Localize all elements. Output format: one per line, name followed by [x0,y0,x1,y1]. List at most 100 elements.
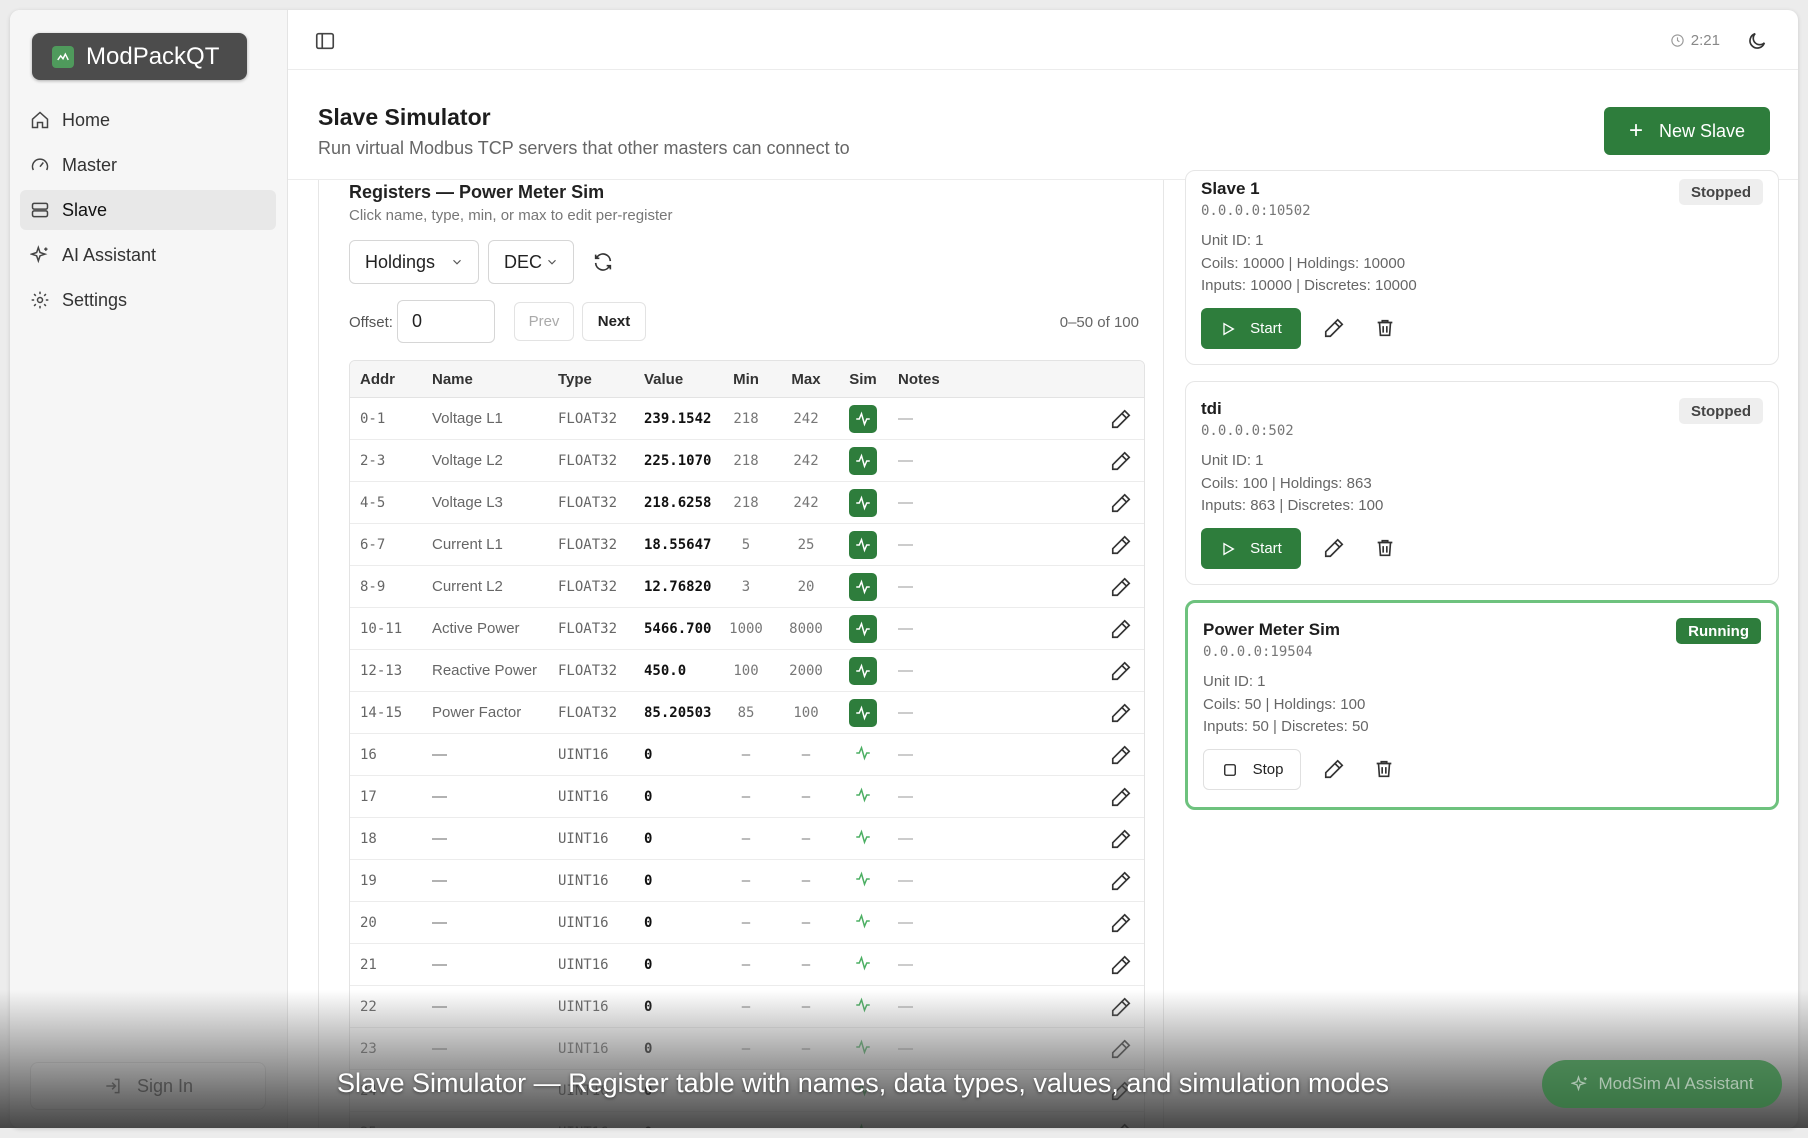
register-min[interactable]: 3 [726,566,766,607]
edit-register-button[interactable] [1110,1028,1132,1069]
register-type[interactable]: UINT16 [558,734,609,775]
table-row[interactable]: 14-15 Power Factor FLOAT32 85.20503 85 100 — [350,692,1144,734]
register-max[interactable]: 25 [784,524,828,565]
register-type[interactable]: FLOAT32 [558,440,617,481]
register-type[interactable]: FLOAT32 [558,566,617,607]
register-type[interactable]: UINT16 [558,860,609,901]
register-max[interactable]: 100 [784,692,828,733]
start-button[interactable]: Start [1201,528,1301,569]
sim-toggle[interactable] [848,986,878,1027]
delete-slave-button[interactable] [1374,537,1398,561]
table-row[interactable]: 19 — UINT16 0 – – — [350,860,1144,902]
sim-toggle[interactable] [848,944,878,985]
register-name[interactable]: — [432,776,447,817]
table-row[interactable]: 8-9 Current L2 FLOAT32 12.76820 3 20 — [350,566,1144,608]
register-min[interactable]: – [726,776,766,817]
register-max[interactable]: 242 [784,440,828,481]
edit-register-button[interactable] [1110,860,1132,901]
table-row[interactable]: 22 — UINT16 0 – – — [350,986,1144,1028]
register-min[interactable]: – [726,1112,766,1129]
delete-slave-button[interactable] [1374,317,1398,341]
sim-toggle[interactable] [848,776,878,817]
sim-toggle[interactable] [848,1112,878,1128]
register-max[interactable]: – [784,734,828,775]
edit-register-button[interactable] [1110,902,1132,943]
sim-toggle[interactable] [848,608,878,649]
sidebar-item-settings[interactable]: Settings [20,280,276,320]
register-min[interactable]: 218 [726,398,766,439]
sim-toggle[interactable] [848,650,878,691]
register-min[interactable]: – [726,986,766,1027]
sim-toggle[interactable] [848,692,878,733]
register-min[interactable]: – [726,1028,766,1069]
register-name[interactable]: Power Factor [432,692,521,733]
register-max[interactable]: 8000 [784,608,828,649]
next-button[interactable]: Next [582,302,646,341]
theme-toggle-button[interactable] [1746,30,1768,52]
register-name[interactable]: Reactive Power [432,650,537,691]
register-type[interactable]: FLOAT32 [558,524,617,565]
register-name[interactable]: — [432,734,447,775]
table-row[interactable]: 6-7 Current L1 FLOAT32 18.55647 5 25 — [350,524,1144,566]
table-row[interactable]: 21 — UINT16 0 – – — [350,944,1144,986]
register-name[interactable]: — [432,818,447,859]
register-max[interactable]: – [784,986,828,1027]
register-max[interactable]: 2000 [784,650,828,691]
edit-register-button[interactable] [1110,440,1132,481]
register-min[interactable]: 85 [726,692,766,733]
register-type[interactable]: FLOAT32 [558,608,617,649]
ai-assistant-button[interactable]: ModSim AI Assistant [1542,1060,1782,1108]
register-min[interactable]: 218 [726,482,766,523]
table-row[interactable]: 20 — UINT16 0 – – — [350,902,1144,944]
register-max[interactable]: 242 [784,398,828,439]
register-max[interactable]: – [784,944,828,985]
offset-input[interactable] [397,300,495,343]
register-type[interactable]: UINT16 [558,818,609,859]
sidebar-toggle-button[interactable] [314,30,336,52]
register-type[interactable]: FLOAT32 [558,692,617,733]
register-min[interactable]: 100 [726,650,766,691]
register-name[interactable]: Voltage L3 [432,482,503,523]
edit-register-button[interactable] [1110,818,1132,859]
register-min[interactable]: – [726,734,766,775]
register-min[interactable]: – [726,944,766,985]
stop-button[interactable]: Stop [1203,749,1301,790]
table-row[interactable]: 16 — UINT16 0 – – — [350,734,1144,776]
register-type[interactable]: FLOAT32 [558,398,617,439]
app-logo[interactable]: ModPackQT [32,33,247,80]
slave-card[interactable]: Slave 1 Stopped 0.0.0.0:10502 Unit ID: 1… [1185,170,1779,365]
register-max[interactable]: – [784,1112,828,1129]
register-max[interactable]: 242 [784,482,828,523]
register-min[interactable]: 218 [726,440,766,481]
register-type-select[interactable]: Holdings [349,240,479,284]
sim-toggle[interactable] [848,818,878,859]
sim-toggle[interactable] [848,482,878,523]
register-type[interactable]: UINT16 [558,1112,609,1129]
table-row[interactable]: 23 — UINT16 0 – – — [350,1028,1144,1070]
slave-card[interactable]: tdi Stopped 0.0.0.0:502 Unit ID: 1 Coils… [1185,381,1779,585]
edit-register-button[interactable] [1110,1112,1132,1128]
sidebar-item-master[interactable]: Master [20,145,276,185]
sidebar-item-home[interactable]: Home [20,100,276,140]
register-type[interactable]: FLOAT32 [558,650,617,691]
register-type[interactable]: FLOAT32 [558,482,617,523]
register-min[interactable]: – [726,818,766,859]
register-type[interactable]: UINT16 [558,902,609,943]
table-row[interactable]: 25 — UINT16 0 – – — [350,1112,1144,1128]
edit-register-button[interactable] [1110,734,1132,775]
sim-toggle[interactable] [848,398,878,439]
register-name[interactable]: — [432,986,447,1027]
edit-register-button[interactable] [1110,398,1132,439]
sim-toggle[interactable] [848,524,878,565]
register-min[interactable]: 1000 [726,608,766,649]
edit-register-button[interactable] [1110,776,1132,817]
register-name[interactable]: Voltage L1 [432,398,503,439]
sim-toggle[interactable] [848,440,878,481]
register-max[interactable]: 20 [784,566,828,607]
edit-register-button[interactable] [1110,944,1132,985]
table-row[interactable]: 17 — UINT16 0 – – — [350,776,1144,818]
edit-slave-button[interactable] [1323,537,1347,561]
delete-slave-button[interactable] [1373,758,1397,782]
sim-toggle[interactable] [848,1028,878,1069]
edit-register-button[interactable] [1110,482,1132,523]
